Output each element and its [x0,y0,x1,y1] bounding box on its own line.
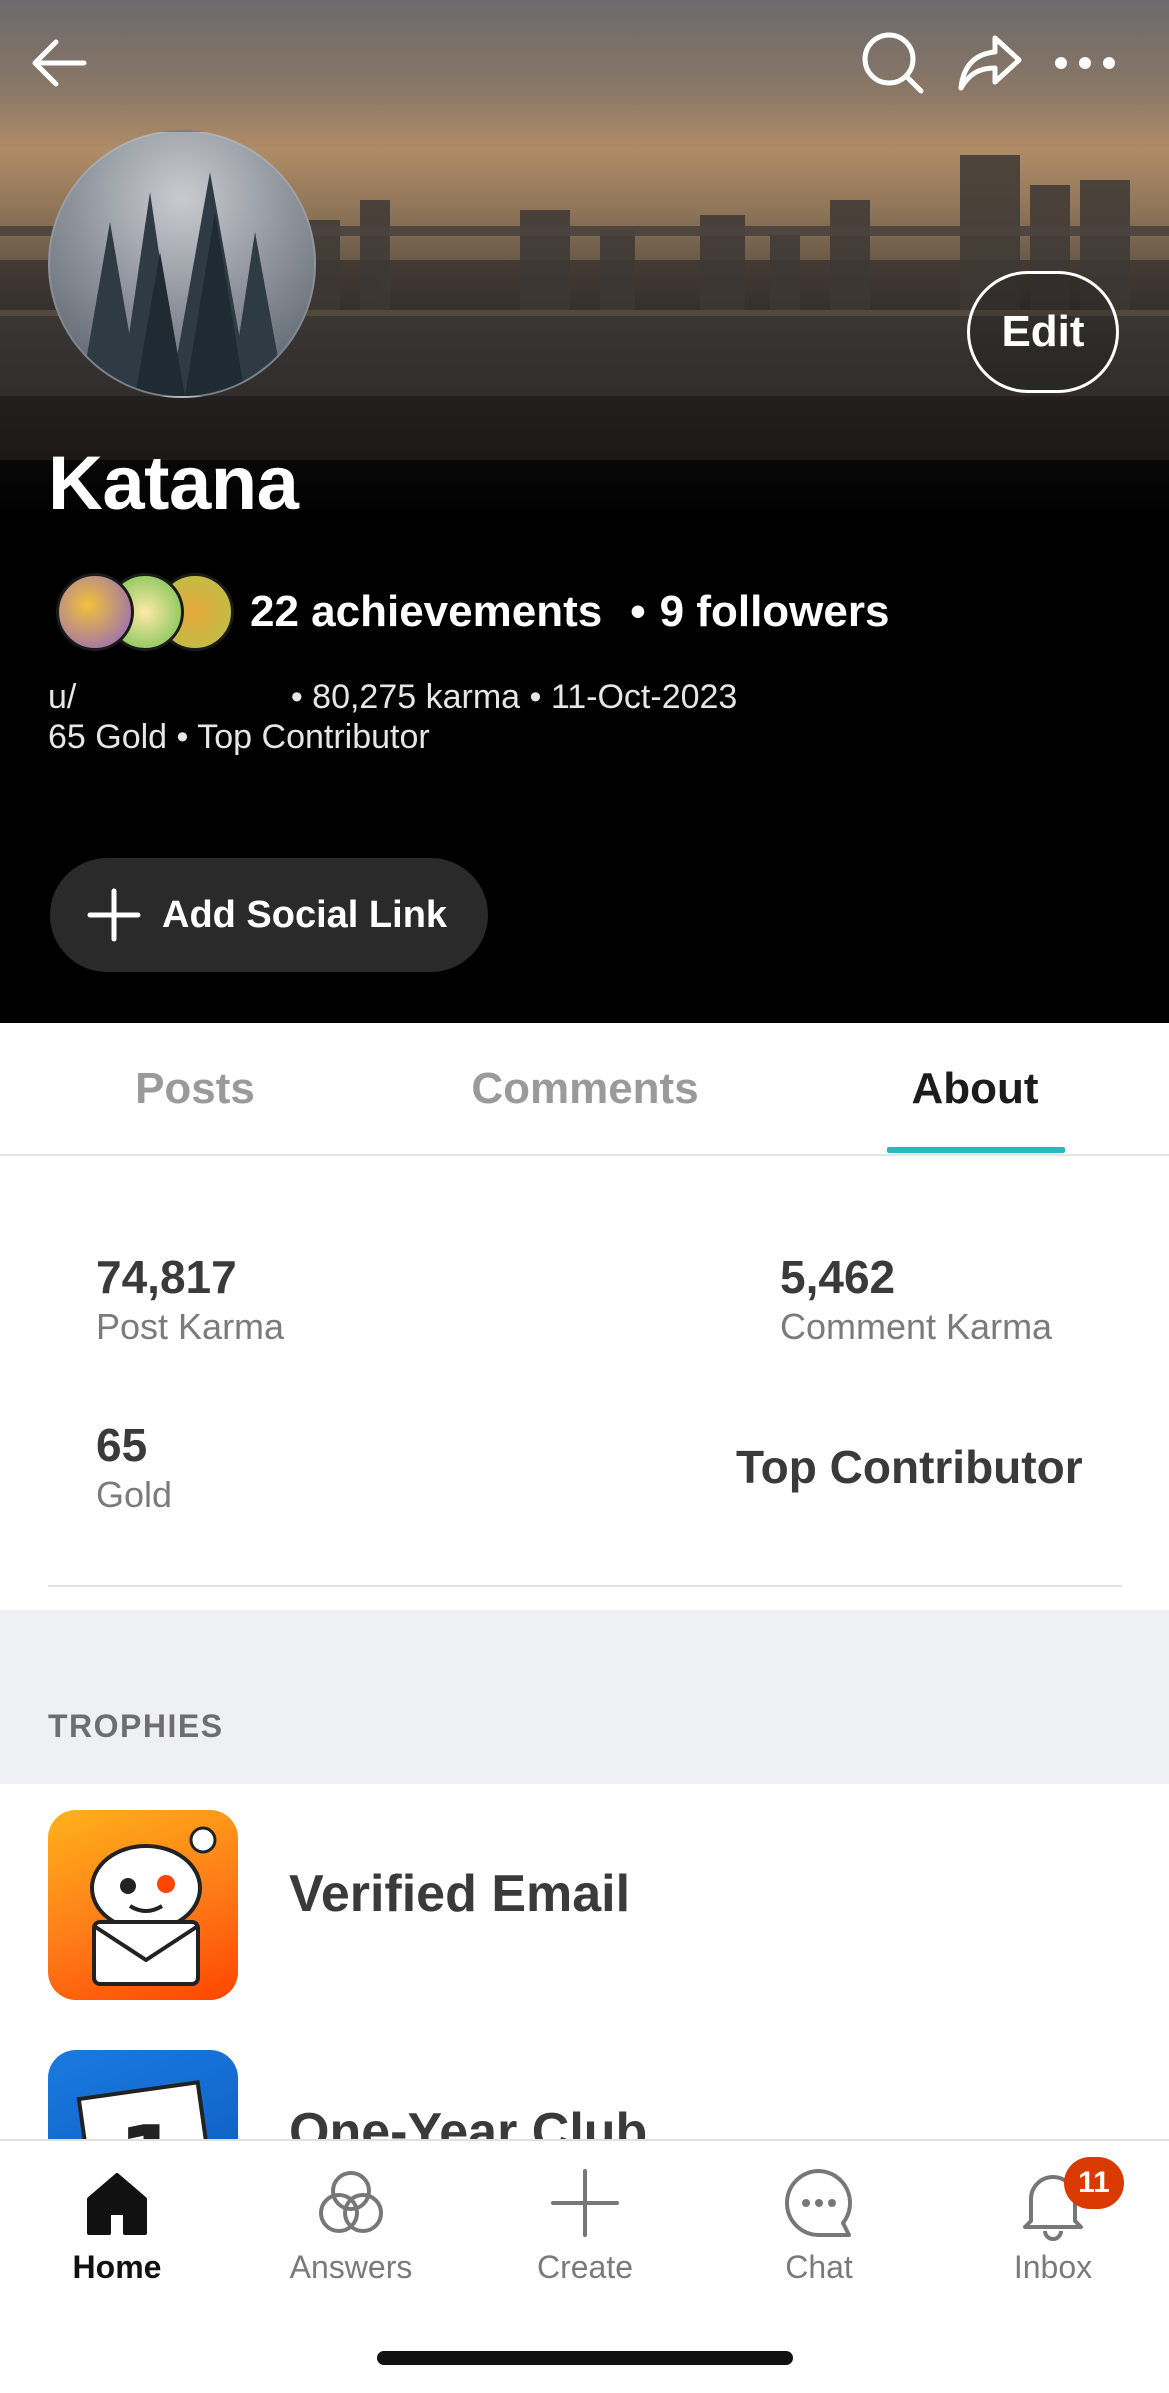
verified-email-icon [48,1810,238,2000]
achievements-count[interactable]: 22 achievements [250,587,602,637]
user-meta-line: u/ • 80,275 karma • 11-Oct-2023 [48,678,737,717]
comment-karma-label: Comment Karma [780,1306,1053,1347]
plus-icon [551,2169,619,2237]
inbox-notification-badge: 11 [1064,2157,1124,2209]
separator-dot: • [630,587,646,636]
comment-karma-value: 5,462 [780,1251,896,1303]
nav-home-label: Home [72,2249,162,2285]
nav-inbox-label: Inbox [1013,2249,1093,2285]
divider [48,1585,1122,1587]
plus-icon [87,888,141,942]
tab-comments[interactable]: Comments [440,1023,730,1154]
more-options-icon[interactable] [1050,28,1120,98]
trophies-title: TROPHIES [48,1708,224,1744]
nav-create[interactable]: Create [468,2141,702,2285]
karma-line: • 80,275 karma • 11-Oct-2023 [290,678,738,716]
gold-line: 65 Gold • Top Contributor [48,718,430,756]
active-tab-indicator [887,1147,1065,1153]
trophies-section-header [0,1610,1169,1784]
nav-home[interactable]: Home [0,2141,234,2285]
trophy-name: Verified Email [289,1865,631,1923]
home-icon [87,2173,147,2235]
display-name: Katana [48,441,299,526]
nav-chat-label: Chat [785,2249,853,2285]
answers-icon [319,2171,383,2233]
share-icon[interactable] [955,28,1025,98]
chat-icon [785,2169,853,2237]
add-social-link-button[interactable]: Add Social Link [50,858,488,972]
profile-tabs: Posts Comments About [0,1023,1169,1156]
nav-chat[interactable]: Chat [702,2141,936,2285]
achievements-row[interactable]: 22 achievements • 9 followers [56,572,889,652]
post-karma-value: 74,817 [96,1251,237,1303]
tab-posts[interactable]: Posts [50,1023,340,1154]
followers-count[interactable]: 9 followers [660,587,890,637]
top-contributor-label: Top Contributor [736,1441,1083,1493]
post-karma-label: Post Karma [96,1306,285,1347]
nav-answers[interactable]: Answers [234,2141,468,2285]
add-social-link-label: Add Social Link [162,893,448,936]
gold-value: 65 [96,1419,148,1471]
nav-answers-label: Answers [289,2249,413,2285]
edit-profile-button[interactable]: Edit [967,271,1119,393]
nav-inbox[interactable]: Inbox [936,2141,1169,2285]
tab-about[interactable]: About [830,1023,1120,1154]
redacted-username [76,684,282,715]
back-icon[interactable] [24,28,94,98]
nav-create-label: Create [536,2249,634,2285]
search-icon[interactable] [858,28,928,98]
home-indicator[interactable] [377,2351,793,2365]
avatar[interactable] [48,130,316,398]
profile-header: Edit Katana 22 achievements • 9 follower… [0,0,1169,1023]
username-prefix: u/ [48,678,77,716]
gold-label: Gold [96,1474,173,1515]
achievement-badge-icon [56,573,134,651]
